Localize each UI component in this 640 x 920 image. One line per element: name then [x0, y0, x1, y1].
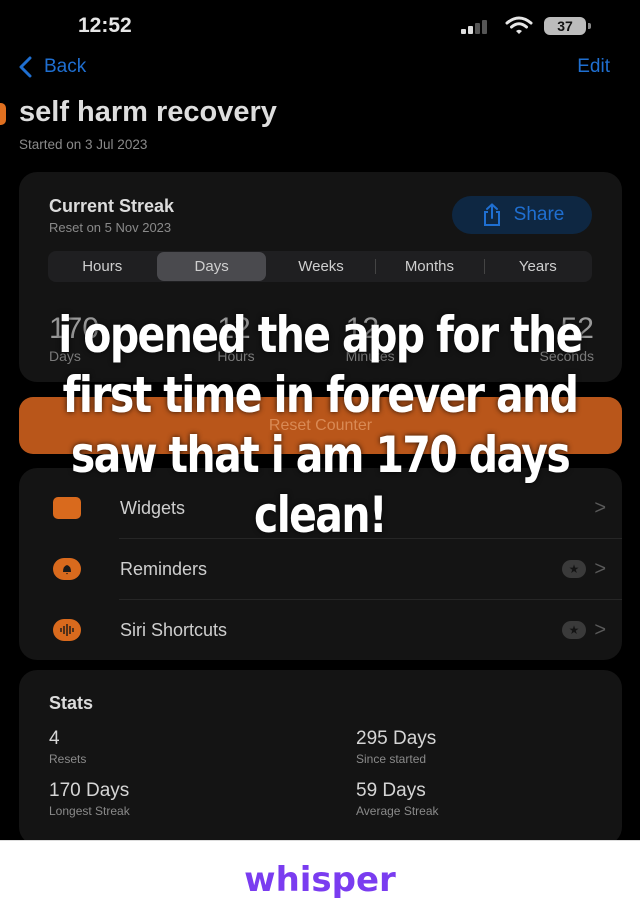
menu-item-label: Widgets — [120, 497, 186, 518]
stat-value: 295 Days — [356, 728, 437, 749]
page-title: self harm recovery — [19, 96, 277, 128]
battery-icon: 37 — [544, 17, 586, 35]
chevron-left-icon — [19, 56, 32, 78]
stats-title: Stats — [49, 693, 94, 713]
counter-value: 170 — [49, 312, 100, 345]
menu-item-reminders[interactable]: Reminders ★ > — [19, 539, 622, 599]
stat-value: 59 Days — [356, 780, 426, 801]
share-button[interactable]: Share — [452, 196, 592, 234]
counter-label: Seconds — [539, 348, 594, 364]
nav-bar: Back Edit — [0, 52, 640, 86]
status-bar: 12:52 37 — [0, 0, 640, 50]
menu-item-siri-shortcuts[interactable]: Siri Shortcuts ★ > — [19, 600, 622, 660]
status-time: 12:52 — [78, 14, 132, 37]
menu-item-label: Reminders — [120, 558, 208, 579]
back-label: Back — [44, 56, 87, 77]
back-button[interactable]: Back — [18, 56, 86, 78]
streak-reset-date: Reset on 5 Nov 2023 — [49, 220, 172, 235]
counter-days: 170 Days — [49, 312, 169, 364]
premium-star-icon: ★ — [562, 621, 586, 639]
widgets-icon — [53, 497, 81, 519]
counter-value: 52 — [560, 312, 594, 345]
counter-value: 12 — [345, 312, 380, 345]
segment-months[interactable]: Months — [375, 251, 483, 282]
stat-average-streak: 59 Days Average Streak — [356, 780, 439, 818]
segment-weeks[interactable]: Weeks — [267, 251, 375, 282]
stat-resets: 4 Resets — [49, 728, 86, 766]
share-label: Share — [513, 204, 565, 225]
stat-longest-streak: 170 Days Longest Streak — [49, 780, 130, 818]
whisper-logo: whisper — [244, 860, 396, 900]
page-subtitle: Started on 3 Jul 2023 — [19, 137, 148, 152]
counter-value: 12 — [217, 312, 251, 345]
battery-tip — [588, 23, 591, 29]
stat-label: Longest Streak — [49, 804, 130, 818]
share-icon — [483, 203, 500, 226]
stats-card: Stats 4 Resets 295 Days Since started 17… — [19, 670, 622, 845]
segment-days[interactable]: Days — [157, 252, 266, 281]
unit-segmented-control: Hours Days Weeks Months Years — [48, 251, 592, 282]
stat-label: Average Streak — [356, 804, 439, 818]
menu-item-widgets[interactable]: Widgets > — [19, 478, 622, 538]
chevron-right-icon: > — [594, 618, 606, 641]
counter-hours: 12 Hours — [217, 312, 337, 364]
chevron-right-icon: > — [594, 496, 606, 519]
reset-counter-button[interactable]: Reset Counter — [19, 397, 622, 454]
stat-value: 170 Days — [49, 780, 130, 801]
edit-button[interactable]: Edit — [577, 56, 610, 78]
counter-label: Minutes — [345, 348, 395, 364]
stat-label: Since started — [356, 752, 427, 766]
premium-star-icon: ★ — [562, 560, 586, 578]
stat-value: 4 — [49, 728, 60, 749]
counter-label: Days — [49, 348, 81, 364]
chevron-right-icon: > — [594, 557, 606, 580]
waveform-icon — [53, 619, 81, 641]
segment-years[interactable]: Years — [483, 251, 592, 282]
current-streak-card: Current Streak Reset on 5 Nov 2023 Share… — [19, 172, 622, 382]
streak-counter: 170 Days 12 Hours 12 Minutes 52 Seconds — [49, 312, 594, 364]
counter-seconds: 52 Seconds — [474, 312, 594, 364]
stat-label: Resets — [49, 752, 87, 766]
wifi-icon — [505, 16, 533, 34]
footer-watermark: whisper — [0, 840, 640, 920]
streak-title: Current Streak — [49, 196, 175, 216]
signal-icon — [461, 20, 493, 34]
options-card: Widgets > Reminders ★ > Siri Shortcuts ★… — [19, 468, 622, 660]
counter-minutes: 12 Minutes — [346, 312, 466, 364]
counter-label: Hours — [217, 348, 255, 364]
color-tag-icon — [0, 103, 6, 125]
stat-since-started: 295 Days Since started — [356, 728, 436, 766]
segment-hours[interactable]: Hours — [48, 251, 156, 282]
menu-item-label: Siri Shortcuts — [120, 619, 228, 640]
bell-icon — [53, 558, 81, 580]
